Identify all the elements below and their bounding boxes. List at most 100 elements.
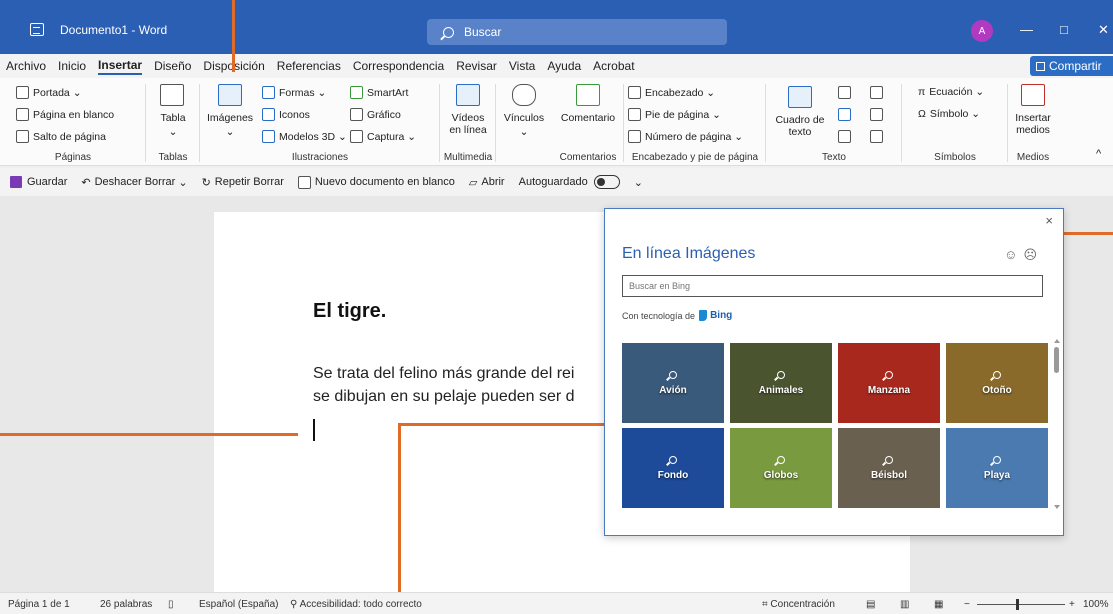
videos-button[interactable]: Vídeos xyxy=(440,112,496,124)
chevron-down-icon: ⌄ xyxy=(225,126,235,138)
scroll-down-icon[interactable] xyxy=(1054,505,1060,509)
search-icon xyxy=(669,455,677,464)
scroll-up-icon[interactable] xyxy=(1054,339,1060,343)
page-count[interactable]: Página 1 de 1 xyxy=(8,599,70,610)
cuadro-texto-button[interactable]: Cuadro de xyxy=(770,114,830,126)
zoom-slider[interactable] xyxy=(977,604,1065,605)
zoom-out-icon[interactable]: − xyxy=(964,599,970,610)
share-button[interactable]: Compartir xyxy=(1030,56,1113,76)
tile-globos[interactable]: Globos xyxy=(730,428,832,508)
collapse-ribbon-icon[interactable]: ^ xyxy=(1096,148,1101,160)
drop-cap-icon[interactable] xyxy=(838,130,851,143)
redo-icon: ↻ xyxy=(201,176,211,189)
zoom-in-icon[interactable]: + xyxy=(1069,599,1075,610)
encabezado-button[interactable]: Encabezado ⌄ xyxy=(628,86,715,99)
iconos-button[interactable]: Iconos xyxy=(262,108,310,121)
customize-qat-icon[interactable]: ⌄ xyxy=(634,176,643,189)
group-simbolos: π Ecuación ⌄ Ω Símbolo ⌄ Símbolos xyxy=(902,78,1008,166)
table-icon xyxy=(160,84,184,106)
portada-button[interactable]: Portada ⌄ xyxy=(16,86,82,99)
scroll-thumb[interactable] xyxy=(1054,347,1059,373)
guardar-button[interactable]: Guardar xyxy=(10,176,67,188)
group-vinculos: Vínculos ⌄ xyxy=(496,78,552,166)
smartart-button[interactable]: SmartArt xyxy=(350,86,408,99)
comentario-button[interactable]: Comentario xyxy=(552,112,624,124)
date-time-icon[interactable] xyxy=(870,108,883,121)
tile-playa[interactable]: Playa xyxy=(946,428,1048,508)
grafico-button[interactable]: Gráfico xyxy=(350,108,401,121)
online-video-icon xyxy=(456,84,480,106)
group-paginas: Portada ⌄ Página en blanco Salto de pági… xyxy=(0,78,146,166)
tab-insertar[interactable]: Insertar xyxy=(98,58,143,75)
tab-archivo[interactable]: Archivo xyxy=(6,59,46,73)
language[interactable]: Español (España) xyxy=(199,599,279,610)
formas-button[interactable]: Formas ⌄ xyxy=(262,86,326,99)
screenshot-icon xyxy=(350,130,363,143)
tab-acrobat[interactable]: Acrobat xyxy=(593,59,634,73)
share-icon xyxy=(1036,61,1045,71)
text-box-icon xyxy=(788,86,812,108)
simbolo-button[interactable]: Ω Símbolo ⌄ xyxy=(918,108,980,120)
wordart-icon[interactable] xyxy=(838,108,851,121)
tile-otono[interactable]: Otoño xyxy=(946,343,1048,423)
search-box[interactable]: Buscar xyxy=(427,19,727,45)
vinculos-button[interactable]: Vínculos xyxy=(496,112,552,124)
quick-access-toolbar: Guardar ↶ Deshacer Borrar ⌄ ↻ Repetir Borr… xyxy=(0,168,1113,196)
quick-parts-icon[interactable] xyxy=(838,86,851,99)
search-icon xyxy=(885,455,893,464)
object-icon[interactable] xyxy=(870,130,883,143)
tab-correspondencia[interactable]: Correspondencia xyxy=(353,59,444,73)
tab-ayuda[interactable]: Ayuda xyxy=(547,59,581,73)
powered-by: Con tecnología de Bing xyxy=(622,310,733,321)
tab-inicio[interactable]: Inicio xyxy=(58,59,86,73)
minimize-button[interactable]: — xyxy=(1020,22,1033,37)
zoom-slider-thumb[interactable] xyxy=(1016,599,1019,610)
tile-fondo[interactable]: Fondo xyxy=(622,428,724,508)
repetir-button[interactable]: ↻ Repetir Borrar xyxy=(202,176,284,189)
tab-diseno[interactable]: Diseño xyxy=(154,59,191,73)
tabla-button[interactable]: Tabla xyxy=(146,112,200,124)
icons-icon xyxy=(262,108,275,121)
search-icon xyxy=(993,370,1001,379)
maximize-button[interactable]: □ xyxy=(1060,22,1068,37)
ecuacion-button[interactable]: π Ecuación ⌄ xyxy=(918,86,984,98)
feedback-icons[interactable]: ☺☹ xyxy=(1004,247,1043,263)
tile-avion[interactable]: Avión xyxy=(622,343,724,423)
word-count[interactable]: 26 palabras xyxy=(100,599,152,610)
avatar[interactable]: A xyxy=(971,20,993,42)
tab-revisar[interactable]: Revisar xyxy=(456,59,497,73)
tile-animales[interactable]: Animales xyxy=(730,343,832,423)
accessibility-status[interactable]: ⚲ Accesibilidad: todo correcto xyxy=(290,599,422,610)
imagenes-button[interactable]: Imágenes xyxy=(200,112,260,124)
autoguardado-toggle[interactable]: Autoguardado xyxy=(519,175,620,189)
web-layout-icon[interactable]: ▦ xyxy=(934,599,943,610)
abrir-button[interactable]: ▱ Abrir xyxy=(469,176,505,189)
page-break-button[interactable]: Salto de página xyxy=(16,130,106,143)
tab-referencias[interactable]: Referencias xyxy=(277,59,341,73)
deshacer-button[interactable]: ↶ Deshacer Borrar ⌄ xyxy=(81,176,187,189)
print-layout-icon[interactable]: ▥ xyxy=(900,599,909,610)
blank-page-button[interactable]: Página en blanco xyxy=(16,108,114,121)
pie-pagina-button[interactable]: Pie de página ⌄ xyxy=(628,108,721,121)
insertar-medios-button[interactable]: Insertar xyxy=(1008,112,1058,124)
captura-button[interactable]: Captura ⌄ xyxy=(350,130,416,143)
nuevo-documento-button[interactable]: Nuevo documento en blanco xyxy=(297,175,455,189)
modelos3d-button[interactable]: Modelos 3D ⌄ xyxy=(262,130,347,143)
proofing-icon[interactable]: ▯ xyxy=(168,599,174,610)
bing-search-input[interactable] xyxy=(622,275,1043,297)
callout-line-dialog-vertical xyxy=(398,425,401,614)
close-button[interactable]: ✕ xyxy=(1098,22,1109,38)
read-mode-icon[interactable]: ▤ xyxy=(866,599,875,610)
focus-mode[interactable]: ⌗ Concentración xyxy=(762,599,835,610)
signature-line-icon[interactable] xyxy=(870,86,883,99)
folder-icon: ▱ xyxy=(468,176,478,189)
tile-beisbol[interactable]: Béisbol xyxy=(838,428,940,508)
dialog-scrollbar[interactable] xyxy=(1054,339,1060,509)
search-icon xyxy=(777,370,785,379)
tab-vista[interactable]: Vista xyxy=(509,59,535,73)
tile-manzana[interactable]: Manzana xyxy=(838,343,940,423)
numero-pagina-button[interactable]: Número de página ⌄ xyxy=(628,130,743,143)
zoom-level[interactable]: 100% xyxy=(1083,599,1109,610)
group-ilustraciones: Imágenes ⌄ Formas ⌄ Iconos Modelos 3D ⌄ … xyxy=(200,78,440,166)
dialog-close-button[interactable]: × xyxy=(1045,213,1053,228)
